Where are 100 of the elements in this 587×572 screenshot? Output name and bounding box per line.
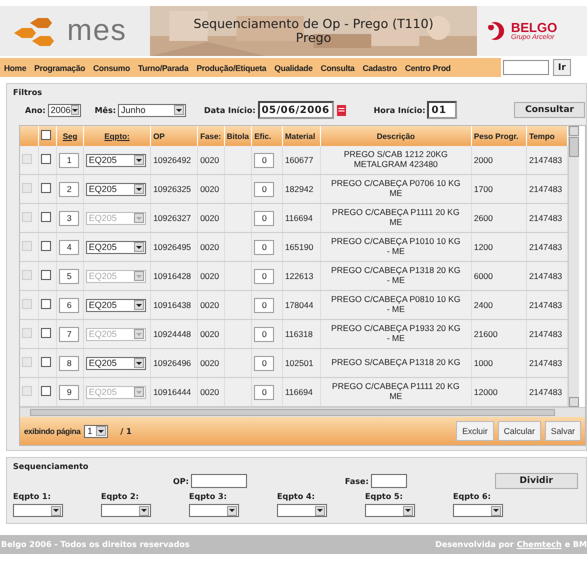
table-cell: 0020 bbox=[198, 232, 224, 262]
split-button[interactable]: Dividir bbox=[494, 473, 578, 489]
table-cell: 0020 bbox=[198, 204, 224, 232]
field-label: Fase: bbox=[344, 476, 369, 486]
table-cell: 21600 bbox=[471, 320, 527, 348]
field-label: Mês: bbox=[94, 106, 116, 114]
table-cell: 122613 bbox=[282, 262, 320, 290]
dropdown[interactable] bbox=[13, 504, 63, 517]
column-header[interactable]: Seg bbox=[56, 126, 84, 146]
table-cell: 2147483 bbox=[526, 290, 568, 320]
column-header: Efic. bbox=[252, 126, 282, 146]
dropdown[interactable]: EQ205 bbox=[86, 298, 146, 312]
efficiency-field[interactable]: 0 bbox=[254, 182, 274, 196]
checkbox[interactable] bbox=[40, 241, 51, 251]
column-header[interactable]: Eqpto: bbox=[83, 126, 151, 146]
table-cell: 10924448 bbox=[150, 320, 198, 348]
vertical-scrollbar[interactable] bbox=[568, 126, 579, 407]
menu-item[interactable]: Cadastro bbox=[362, 62, 397, 72]
logo-text: mes bbox=[67, 16, 127, 46]
table-cell: 12000 bbox=[471, 378, 527, 406]
action-button[interactable]: Calcular bbox=[498, 421, 541, 441]
table-cell: 2147483 bbox=[526, 348, 568, 378]
checkbox[interactable] bbox=[40, 154, 51, 164]
checkbox[interactable] bbox=[40, 130, 51, 140]
menu-item[interactable]: Produção/Etiqueta bbox=[196, 62, 266, 72]
sequence-field[interactable]: 6 bbox=[59, 298, 80, 312]
op-field[interactable] bbox=[190, 474, 247, 488]
checkbox[interactable] bbox=[40, 357, 51, 367]
action-button[interactable]: Excluir bbox=[456, 421, 494, 441]
dropdown[interactable] bbox=[101, 504, 151, 517]
table-cell: 2147483 bbox=[526, 146, 568, 174]
menu-item[interactable]: Turno/Parada bbox=[138, 62, 188, 72]
table-cell: PREGO C/CABEÇA P1318 20 KG - ME bbox=[320, 262, 472, 290]
efficiency-field[interactable]: 0 bbox=[254, 356, 274, 370]
checkbox[interactable] bbox=[40, 299, 51, 309]
dropdown[interactable] bbox=[277, 504, 327, 517]
dropdown[interactable]: EQ205 bbox=[86, 154, 146, 166]
dropdown[interactable]: Junho bbox=[118, 104, 186, 116]
field-label: Eqpto 6: bbox=[453, 492, 492, 501]
page-subtitle: Prego bbox=[296, 31, 332, 46]
sequence-field[interactable]: 2 bbox=[59, 182, 80, 196]
table-cell: 10926495 bbox=[150, 232, 198, 262]
table-cell: 0020 bbox=[198, 290, 224, 320]
efficiency-field[interactable]: 0 bbox=[254, 298, 274, 312]
menu-item[interactable]: Home bbox=[4, 62, 26, 72]
column-header: Tempo bbox=[526, 126, 568, 146]
dropdown[interactable]: EQ205 bbox=[86, 356, 146, 370]
table-cell: 2147483 bbox=[526, 174, 568, 204]
search-field[interactable] bbox=[503, 60, 549, 75]
dropdown[interactable] bbox=[453, 504, 503, 517]
table-cell: 0020 bbox=[198, 146, 224, 174]
table-cell: 0020 bbox=[198, 262, 224, 290]
table-cell: 2000 bbox=[471, 146, 527, 174]
table-cell: PREGO C/CABEÇA P0810 10 KG - ME bbox=[320, 290, 472, 320]
table-cell: PREGO C/CABEÇA P0706 10 KG ME bbox=[320, 174, 472, 204]
credit-text: Desenvolvida por bbox=[435, 540, 514, 549]
column-header: Material bbox=[282, 126, 320, 146]
sequence-field[interactable]: 8 bbox=[59, 356, 80, 370]
date-field[interactable]: 05/06/2006 bbox=[258, 101, 334, 119]
table-cell: 10916438 bbox=[150, 290, 198, 320]
menu-item[interactable]: Consumo bbox=[93, 62, 130, 72]
table-cell: PREGO S/CABEÇA P1318 20 KG bbox=[320, 348, 472, 378]
section-title: Sequenciamento bbox=[13, 462, 90, 471]
dropdown[interactable]: 2006 bbox=[48, 104, 81, 116]
menu-item[interactable]: Centro Prod bbox=[404, 62, 451, 72]
table-cell: 10916428 bbox=[150, 262, 198, 290]
dropdown[interactable]: EQ205 bbox=[86, 240, 146, 254]
table-cell: 10926327 bbox=[150, 204, 198, 232]
table-cell: 0020 bbox=[198, 320, 224, 348]
page-title: Sequenciamento de Op - Prego (T110) bbox=[194, 16, 434, 31]
table-cell: 1700 bbox=[471, 174, 527, 204]
dropdown[interactable] bbox=[189, 504, 239, 517]
menu-item[interactable]: Consulta bbox=[320, 62, 355, 72]
field-label: Eqpto 4: bbox=[277, 492, 316, 501]
menu-item[interactable]: Qualidade bbox=[274, 62, 313, 72]
phase-field[interactable] bbox=[370, 474, 407, 488]
sequence-field[interactable]: 1 bbox=[59, 152, 80, 168]
efficiency-field[interactable]: 0 bbox=[254, 240, 274, 254]
table-cell: 116318 bbox=[282, 320, 320, 348]
efficiency-field[interactable]: 0 bbox=[254, 152, 274, 168]
credit-text: e BM bbox=[564, 540, 587, 549]
dropdown[interactable]: EQ205 bbox=[86, 182, 146, 196]
table-cell: 6000 bbox=[471, 262, 527, 290]
table-cell: 1000 bbox=[471, 348, 527, 378]
query-button[interactable]: Consultar bbox=[514, 102, 585, 118]
menu-item[interactable]: Programação bbox=[34, 62, 86, 72]
table-cell: PREGO C/CABEÇA P1010 10 KG - ME bbox=[320, 232, 472, 262]
table-cell: 102501 bbox=[282, 348, 320, 378]
dropdown[interactable] bbox=[365, 504, 415, 517]
checkbox[interactable] bbox=[40, 183, 51, 193]
go-button[interactable]: Ir bbox=[553, 59, 571, 76]
horizontal-scrollbar[interactable] bbox=[20, 407, 585, 417]
sequence-field[interactable]: 4 bbox=[59, 240, 80, 254]
action-button[interactable]: Salvar bbox=[544, 421, 581, 441]
hour-field[interactable]: 01 bbox=[427, 101, 458, 119]
table-cell: 2600 bbox=[471, 204, 527, 232]
dropdown[interactable]: 1 bbox=[84, 424, 108, 438]
column-header: Peso Progr. bbox=[471, 126, 527, 146]
calendar-icon[interactable] bbox=[336, 104, 346, 116]
table-cell: PREGO C/CABEÇA P1933 20 KG - ME bbox=[320, 320, 472, 348]
